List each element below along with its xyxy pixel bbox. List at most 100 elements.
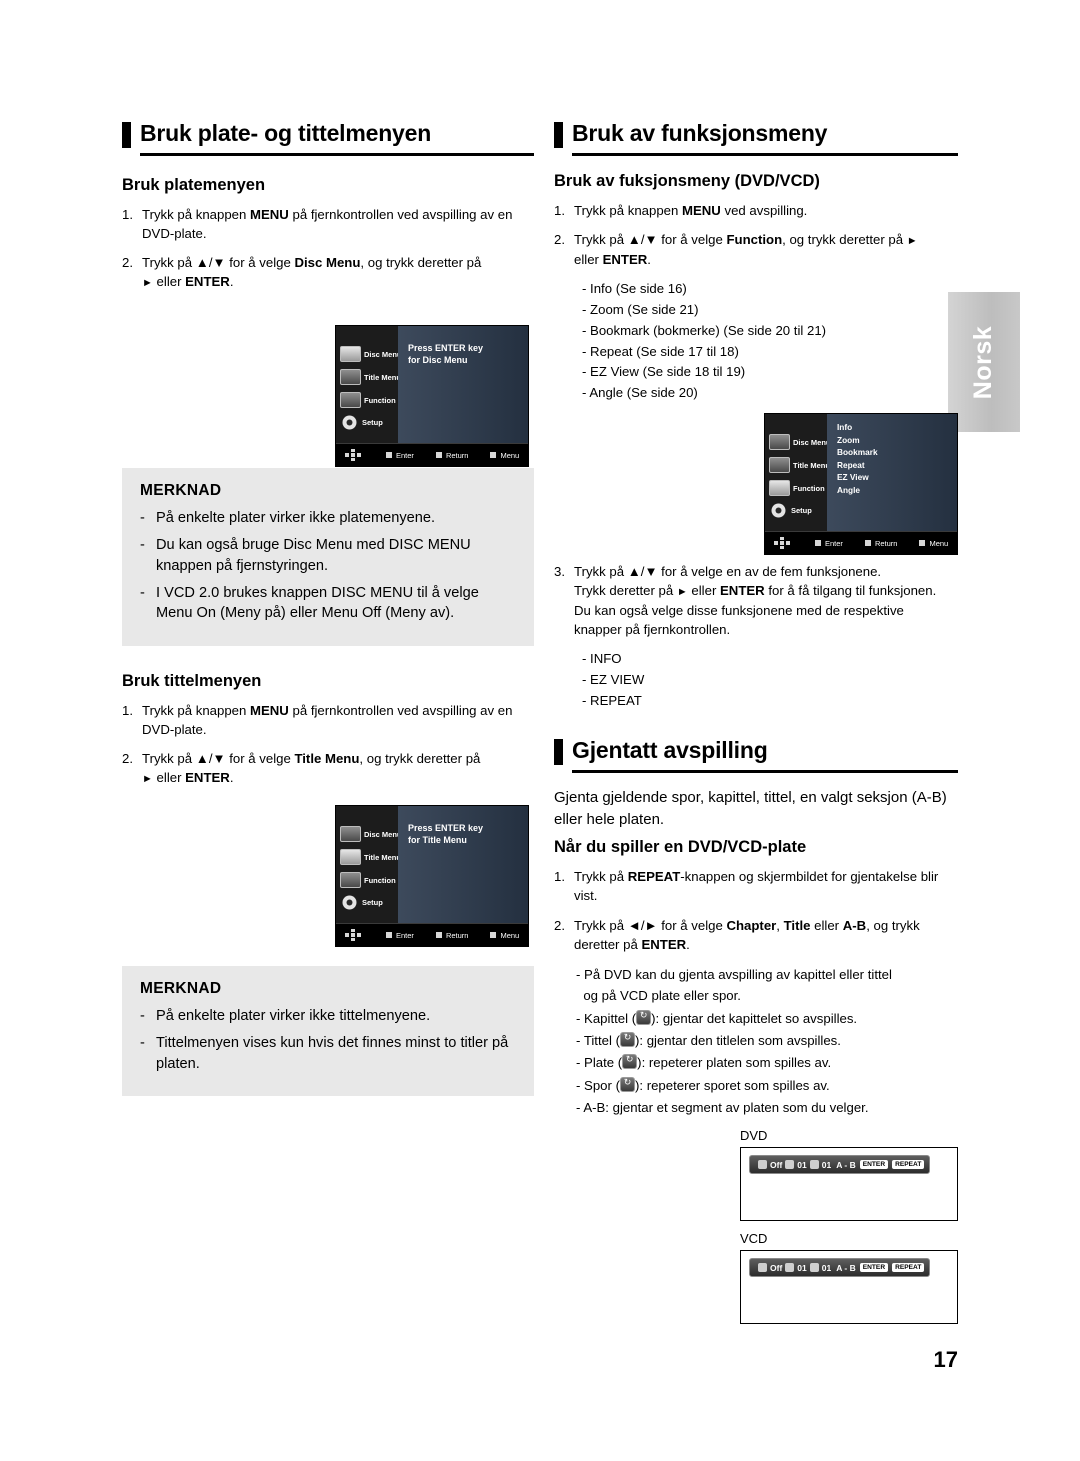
repeat-bullet-4: - Plate (): repeterer platen som spilles… [576,1052,958,1073]
sublist-ezview: - EZ VIEW [582,672,645,688]
vcd-repeat-bar: Off 01 01 A - B ENTER REPEAT [749,1258,931,1278]
right-step-3-line2: Trykk deretter på ► eller ENTER for å få… [574,583,937,599]
right-step-3: 3. Trykk på ▲/▼ for å velge en av de fem… [554,562,958,639]
right-step-3-text: Trykk på ▲/▼ for å velge en av de fem fu… [574,562,958,639]
osd2-item-disc-menu: Disc Menu [340,826,402,842]
subheading-bruk-tittelmenyen: Bruk tittelmenyen [122,671,262,690]
osd3-function-list: Info Zoom Bookmark Repeat EZ View Angle [837,421,878,497]
section-title-left: Bruk plate- og tittelmenyen [140,120,432,146]
osd2-panel: Press ENTER key for Title Menu [398,806,528,924]
function-icon [769,480,790,496]
repeat-step-1-num: 1. [554,869,565,885]
note-2-item-1: - På enkelte plater virker ikke tittelmen… [140,1008,431,1025]
osd1-footer: Enter Return Menu [336,443,528,466]
function-list-item-bookmark: - Bookmark (bokmerke) (Se side 20 til 21… [582,322,827,338]
osd3-list-ezview: EZ View [837,472,869,483]
osd2-label-function: Function [364,875,396,885]
heading-bar [554,122,563,148]
note-box-1: MERKNAD - På enkelte plater virker ikke p… [122,468,534,646]
right-step-3-line3: Du kan også velge disse funksjonene med … [574,603,904,619]
language-side-tab: Norsk [948,292,1020,432]
repeat-bullet-1: - På DVD kan du gjenta avspilling av kap… [576,966,892,1004]
osd1-panel-line2: for Disc Menu [408,355,468,366]
repeat-step-2-text: Trykk på ◄/► for å velge Chapter, Title … [574,917,920,952]
manual-page: Norsk Bruk plate- og tittelmenyen Bruk p… [0,0,1080,1461]
right-step-3-line1: Trykk på ▲/▼ for å velge en av de fem fu… [574,564,882,579]
vcd-repeat-button: REPEAT [892,1263,925,1273]
osd3-list-bookmark: Bookmark [837,447,878,458]
repeat-intro-text: Gjenta gjeldende spor, kapittel, tittel,… [554,788,947,828]
note-1-item-1: - På enkelte plater virker ikke platemeny… [140,510,436,527]
repeat-step-1: 1. Trykk på REPEAT-knappen og skjermbild… [554,867,958,905]
osd2-footer: Enter Return Menu [336,923,528,946]
note-2-title: MERKNAD [140,980,222,998]
repeat-mode-icon [758,1160,767,1170]
osd3-label-disc-menu: Disc Menu [793,437,831,447]
right-step-1: 1. Trykk på knappen MENU ved avspilling. [554,201,958,220]
gear-icon [340,413,359,432]
note-1-item-3: -I VCD 2.0 brukes knappen DISC MENU til … [140,584,479,622]
left-step-1-num: 1. [122,207,133,222]
chapter-repeat-icon [636,1009,652,1025]
right-column: Bruk av funksjonsmeny Bruk av fuksjonsme… [554,120,958,1325]
dpad-icon [344,929,368,941]
function-icon [340,392,361,408]
osd1-label-setup: Setup [362,418,383,427]
osd3-panel: Info Zoom Bookmark Repeat EZ View Angle [827,414,957,532]
left-step-1: 1. Trykk på knappen MENU på fjernkontrol… [122,205,534,243]
osd2-panel-line1: Press ENTER key [408,823,484,833]
osd1-panel-line1: Press ENTER key [408,343,484,353]
function-list-item-angle: - Angle (Se side 20) [582,385,698,401]
osd1-item-function: Function [340,392,396,408]
dvd-repeat-block: DVD Off 01 01 A - B ENTER REPEAT [740,1128,958,1222]
osd1-label-title-menu: Title Menu [364,372,401,382]
left-step-2-text: Trykk på ▲/▼ for å velge Disc Menu, og t… [142,255,482,290]
sublist-repeat: - REPEAT [582,692,642,708]
disc-menu-icon [340,826,361,842]
osd2-panel-line2: for Title Menu [408,835,467,846]
osd3-item-disc-menu: Disc Menu [769,434,831,450]
function-list-item-zoom: - Zoom (Se side 21) [582,302,699,318]
title-menu-icon [340,369,361,385]
note-1-item-2: - Du kan også bruge Disc Menu med DISC ME… [140,537,471,574]
osd3-footer: Enter Return Menu [765,531,957,554]
title-repeat-icon [619,1031,635,1047]
chapter-icon [785,1160,795,1170]
vcd-seg-disc: 01 [821,1262,832,1273]
left-step-4: 2. Trykk på ▲/▼ for å velge Title Menu, … [122,749,534,788]
language-side-tab-label: Norsk [969,325,998,399]
subheading-dvd-vcd-plate: Når du spiller en DVD/VCD-plate [554,838,807,857]
dvd-label: DVD [740,1128,768,1144]
osd3-list-repeat: Repeat [837,459,865,470]
osd3-item-title-menu: Title Menu [769,457,830,473]
repeat-mode-icon [758,1263,767,1273]
repeat-bullet-list: - På DVD kan du gjenta avspilling av kap… [554,964,958,1119]
left-column: Bruk plate- og tittelmenyen Bruk plateme… [122,120,534,1097]
sublist-info: - INFO [582,651,622,667]
section-title-repeat: Gjentatt avspilling [572,736,768,763]
heading-rule [572,153,958,156]
subheading-bruk-platemenyen: Bruk platemenyen [122,176,266,194]
title-menu-icon [769,457,790,473]
vcd-enter-button: ENTER [859,1263,889,1273]
osd1-footer-enter: Enter [386,451,414,460]
osd2-item-setup: Setup [340,893,383,912]
section-heading-function-menu: Bruk av funksjonsmeny [554,120,958,156]
osd-function-menu-screenshot: Disc Menu Title Menu Function Setup Info… [764,413,958,555]
right-step-3-line4: knapper på fjernkontrollen. [574,622,731,638]
dpad-icon [344,449,368,461]
dvd-seg-chapter: 01 [797,1159,807,1170]
page-number: 17 [933,1347,958,1372]
vcd-seg-track: 01 [797,1262,807,1273]
left-step-3-num: 1. [122,702,133,718]
osd2-panel-text: Press ENTER key for Title Menu [408,822,483,846]
section-heading-disc-title-menu: Bruk plate- og tittelmenyen [122,120,534,156]
right-step-2: 2. Trykk på ▲/▼ for å velge Function, og… [554,230,958,269]
note-box-2: MERKNAD - På enkelte plater virker ikke t… [122,966,534,1097]
dvd-seg-ab: A - B [836,1159,856,1170]
dpad-icon [773,537,797,549]
left-step-2: 2. Trykk på ▲/▼ for å velge Disc Menu, o… [122,253,534,292]
track-repeat-icon [619,1076,635,1092]
left-step-3-text: Trykk på knappen MENU på fjernkontrollen… [142,702,513,738]
heading-bar [554,738,563,765]
